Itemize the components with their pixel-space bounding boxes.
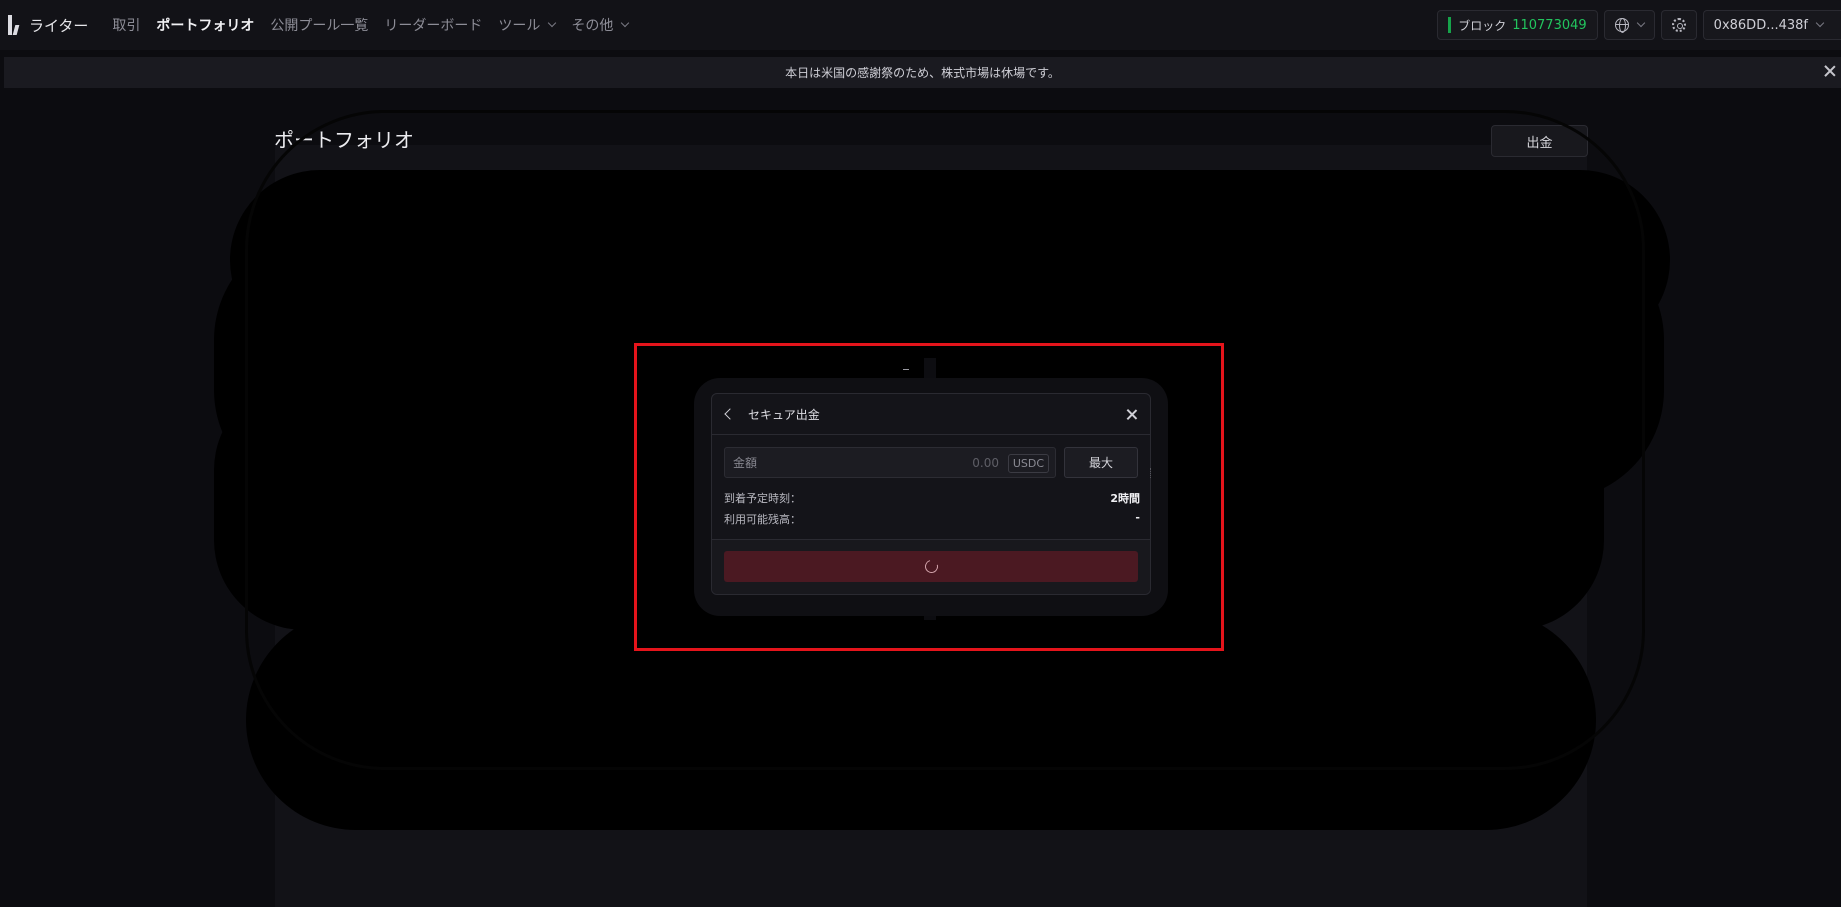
- block-status-indicator: [1448, 17, 1452, 33]
- settings-button[interactable]: [1660, 10, 1697, 40]
- brand-name: ライター: [29, 16, 89, 35]
- top-nav: ライター 取引 ポートフォリオ 公開プール一覧 リーダーボード ツール その他 …: [0, 0, 1841, 50]
- header-tools: ブロック 110773049 0x86DD...438f: [1437, 10, 1841, 40]
- nav-item-leaderboard[interactable]: リーダーボード: [384, 15, 482, 35]
- globe-icon: [1614, 18, 1629, 33]
- chevron-down-icon: [1636, 18, 1645, 28]
- close-icon[interactable]: [1823, 64, 1837, 78]
- nav-item-more[interactable]: その他: [571, 15, 630, 35]
- gear-icon: [1671, 18, 1686, 32]
- wallet-address: 0x86DD...438f: [1713, 17, 1808, 33]
- nav-item-label: ツール: [498, 18, 541, 34]
- highlight-box: [634, 343, 1224, 651]
- block-badge[interactable]: ブロック 110773049: [1437, 10, 1598, 40]
- nav-item-tools[interactable]: ツール: [498, 15, 557, 35]
- nav-item-trade[interactable]: 取引: [112, 15, 140, 35]
- wallet-button[interactable]: 0x86DD...438f: [1702, 10, 1841, 40]
- chevron-down-icon: [548, 18, 557, 28]
- main-nav: 取引 ポートフォリオ 公開プール一覧 リーダーボード ツール その他: [112, 15, 630, 35]
- chevron-down-icon: [621, 18, 630, 28]
- announcement-banner: 本日は米国の感謝祭のため、株式市場は休場です。: [4, 57, 1841, 88]
- nav-item-label: リーダーボード: [384, 18, 483, 34]
- block-number: 110773049: [1512, 17, 1587, 33]
- language-button[interactable]: [1603, 10, 1655, 40]
- nav-item-label: その他: [571, 18, 614, 34]
- block-label: ブロック: [1458, 18, 1507, 33]
- nav-item-label: 公開プール一覧: [270, 18, 369, 34]
- brand[interactable]: ライター: [8, 13, 112, 37]
- nav-item-public-pools[interactable]: 公開プール一覧: [270, 15, 368, 35]
- logo-icon: [8, 13, 22, 37]
- chevron-down-icon: [1815, 18, 1825, 28]
- nav-item-label: 取引: [112, 18, 141, 34]
- nav-item-portfolio[interactable]: ポートフォリオ: [156, 15, 254, 35]
- announcement-text: 本日は米国の感謝祭のため、株式市場は休場です。: [785, 66, 1060, 80]
- nav-item-label: ポートフォリオ: [156, 18, 255, 34]
